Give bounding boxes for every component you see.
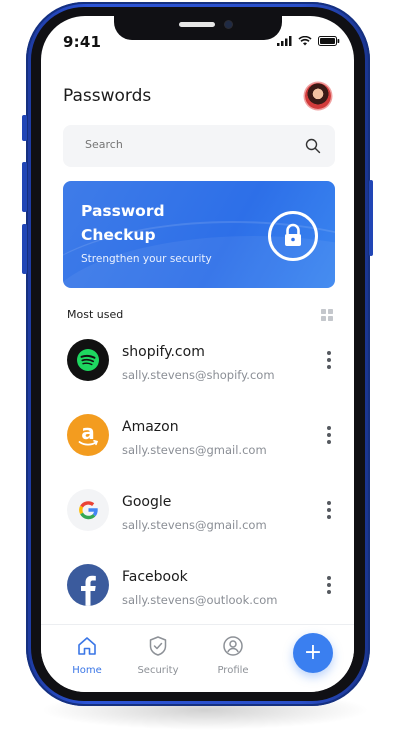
site-name: Amazon — [122, 419, 179, 435]
password-item-amazon[interactable]: a Amazon sally.stevens@gmail.com — [63, 410, 343, 460]
more-options-icon[interactable] — [327, 501, 333, 522]
notch — [114, 16, 282, 40]
svg-text:a: a — [81, 420, 95, 444]
account-email: sally.stevens@outlook.com — [122, 593, 278, 607]
more-options-icon[interactable] — [327, 576, 333, 597]
wifi-icon — [298, 36, 312, 46]
spotify-logo-icon — [67, 339, 109, 381]
search-input[interactable] — [85, 138, 285, 151]
home-icon — [78, 637, 96, 655]
status-icons — [277, 36, 340, 46]
speaker — [179, 22, 215, 27]
lock-badge — [268, 211, 318, 261]
password-item-google[interactable]: Google sally.stevens@gmail.com — [63, 485, 343, 535]
tab-label: Security — [137, 665, 179, 676]
bottom-navigation: Home Security Profile + — [41, 624, 354, 692]
phone-screen: 9:41 Passwords Password Checkup — [41, 16, 354, 692]
add-password-button[interactable]: + — [293, 633, 333, 673]
account-email: sally.stevens@shopify.com — [122, 368, 275, 382]
status-time: 9:41 — [63, 33, 102, 51]
account-email: sally.stevens@gmail.com — [122, 518, 267, 532]
tab-security[interactable]: Security — [128, 635, 188, 676]
card-title: Password Checkup — [81, 202, 165, 244]
side-button — [22, 162, 27, 212]
more-options-icon[interactable] — [327, 426, 333, 447]
password-checkup-card[interactable]: Password Checkup Strengthen your securit… — [63, 181, 335, 288]
lock-icon — [285, 223, 301, 246]
battery-icon — [318, 36, 340, 46]
signal-icon — [277, 36, 292, 46]
page-title: Passwords — [63, 86, 152, 106]
section-label: Most used — [67, 308, 124, 321]
more-options-icon[interactable] — [327, 351, 333, 372]
grid-view-icon[interactable] — [321, 309, 333, 321]
facebook-logo-icon — [67, 564, 109, 606]
google-logo-icon — [67, 489, 109, 531]
tab-profile[interactable]: Profile — [203, 635, 263, 676]
search-bar[interactable] — [63, 125, 335, 167]
password-item-shopify[interactable]: shopify.com sally.stevens@shopify.com — [63, 335, 343, 385]
account-email: sally.stevens@gmail.com — [122, 443, 267, 457]
camera — [225, 21, 232, 28]
side-button — [369, 180, 373, 256]
side-button — [22, 224, 27, 274]
shield-icon — [149, 636, 167, 656]
tab-label: Profile — [217, 665, 249, 676]
amazon-logo-icon: a — [67, 414, 109, 456]
plus-icon: + — [303, 640, 323, 665]
tab-home[interactable]: Home — [57, 635, 117, 676]
tab-label: Home — [72, 665, 102, 676]
user-icon — [223, 636, 243, 656]
site-name: Facebook — [122, 569, 188, 585]
site-name: Google — [122, 494, 172, 510]
avatar[interactable] — [305, 83, 331, 109]
search-icon[interactable] — [305, 138, 321, 154]
site-name: shopify.com — [122, 344, 205, 360]
password-item-facebook[interactable]: Facebook sally.stevens@outlook.com — [63, 560, 343, 610]
side-button — [22, 115, 27, 141]
card-subtitle: Strengthen your security — [81, 253, 212, 265]
